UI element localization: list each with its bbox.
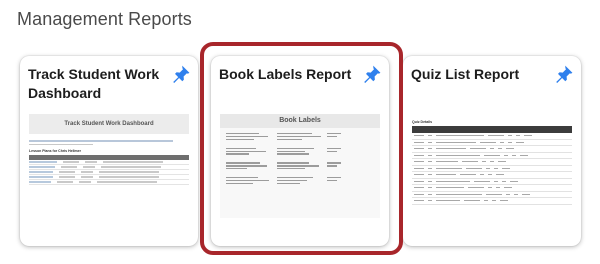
- thumbnail-banner: Book Labels: [220, 114, 380, 128]
- page-title: Management Reports: [17, 9, 192, 29]
- card-title: Book Labels Report: [219, 66, 352, 82]
- report-card-track-student-work[interactable]: Track Student Work Dashboard Track Stude…: [20, 56, 198, 246]
- thumbnail-banner: Track Student Work Dashboard: [29, 114, 189, 134]
- thumbnail-text: [29, 140, 189, 145]
- card-title: Quiz List Report: [411, 66, 520, 82]
- pin-icon[interactable]: [554, 64, 574, 84]
- card-title: Track Student Work Dashboard: [28, 66, 160, 101]
- pin-icon[interactable]: [171, 64, 191, 84]
- thumbnail-table-label: Lesson Plans for Chris Hellmer: [29, 149, 81, 153]
- report-thumbnail: Book Labels: [220, 114, 380, 218]
- report-thumbnail: Quiz Details: [412, 114, 572, 218]
- report-card-book-labels[interactable]: Book Labels Report Book Labels: [211, 56, 389, 246]
- thumbnail-table-label: Quiz Details: [412, 120, 433, 124]
- pin-icon[interactable]: [362, 64, 382, 84]
- report-thumbnail: Track Student Work Dashboard Lesson Plan…: [29, 114, 189, 218]
- thumbnail-table-header: [412, 126, 572, 133]
- report-card-quiz-list[interactable]: Quiz List Report Quiz Details: [403, 56, 581, 246]
- thumbnail-label-grid: [220, 128, 380, 191]
